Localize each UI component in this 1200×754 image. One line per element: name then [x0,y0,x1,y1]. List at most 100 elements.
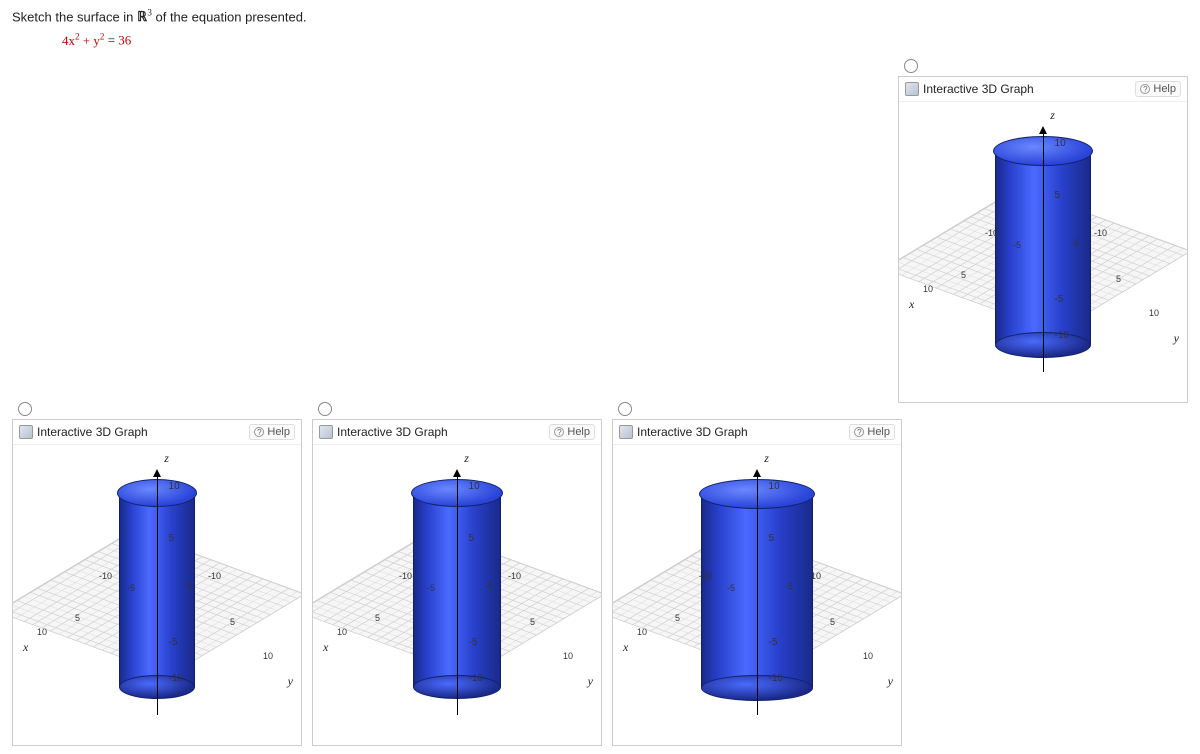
plane-tick: -10 [808,571,821,581]
radio-option-3[interactable] [318,402,332,416]
cube-icon [619,425,633,439]
z-tick: -5 [469,637,478,648]
graph-body-3[interactable]: z y x 10 5 -5 -10 10 10 -10 -10 -5 -5 5 … [313,445,601,745]
help-button[interactable]: ? Help [249,424,295,440]
q-suffix: of the equation presented. [155,9,306,24]
plane-tick: 5 [830,617,835,627]
y-tick-n10r: -10 [1094,228,1107,238]
plane-tick: 10 [863,651,873,661]
plane-tick: 10 [337,627,347,637]
plane-tick: -5 [727,583,735,593]
z-tick-10: 10 [1055,138,1066,149]
plane-tick: -5 [785,581,793,591]
z-tick-n5: -5 [1055,294,1064,305]
plane-tick: -5 [127,583,135,593]
z-axis-label: z [164,451,169,466]
z-tick: -10 [769,673,783,684]
help-label: Help [867,426,890,438]
y-tick-5: 5 [1116,274,1121,284]
help-label: Help [567,426,590,438]
graph-body-1[interactable]: z y x 10 5 -5 -10 10 10 -10 -10 -5 -5 5 … [899,102,1187,402]
help-icon: ? [254,427,264,437]
help-icon: ? [854,427,864,437]
graph-title: Interactive 3D Graph [923,82,1034,96]
plane-tick: -10 [699,571,712,581]
eq-rhs: 36 [118,33,131,48]
plane-tick: 5 [675,613,680,623]
graph-title: Interactive 3D Graph [337,425,448,439]
graph-body-4[interactable]: z y x 10 5 -5 -10 10 10 -10 -10 -5 -5 5 … [613,445,901,745]
plane-tick: -10 [208,571,221,581]
options-row: Interactive 3D Graph ? Help z y x 10 [12,399,1188,746]
x-tick-5: 5 [961,270,966,280]
answer-option-1: Interactive 3D Graph ? Help [898,56,1188,403]
radio-option-2[interactable] [18,402,32,416]
plane-tick: 10 [563,651,573,661]
radio-option-4[interactable] [618,402,632,416]
plane-tick: 5 [530,617,535,627]
help-icon: ? [554,427,564,437]
z-tick-n10: -10 [1055,330,1069,341]
graph-card-4: Interactive 3D Graph ? Help z y x 10 [612,419,902,746]
question-text: Sketch the surface in ℝ3 of the equation… [12,8,1188,25]
y-tick-10: 10 [1149,308,1159,318]
help-button[interactable]: ? Help [1135,81,1181,97]
graph-card-3: Interactive 3D Graph ? Help z y x 10 [312,419,602,746]
help-button[interactable]: ? Help [849,424,895,440]
plane-tick: -10 [508,571,521,581]
y-axis-label: y [588,674,593,689]
cube-icon [905,82,919,96]
x-axis-label: x [909,297,914,312]
z-tick: 10 [769,481,780,492]
plane-tick: 10 [263,651,273,661]
x-tick-n10: -10 [985,228,998,238]
y-axis-label: y [888,674,893,689]
eq-lhs: 4x2 + y2 [62,33,104,48]
plane-tick: 5 [75,613,80,623]
z-tick: -10 [469,673,483,684]
equation: 4x2 + y2 = 36 [62,31,1188,48]
z-tick: 5 [469,533,475,544]
cube-icon [19,425,33,439]
z-tick: -10 [169,673,183,684]
plane-tick: 10 [37,627,47,637]
graph-header: Interactive 3D Graph ? Help [899,77,1187,102]
help-icon: ? [1140,84,1150,94]
graph-card-1: Interactive 3D Graph ? Help [898,76,1188,403]
y-tick-n5: -5 [1071,238,1079,248]
plane-tick: 5 [230,617,235,627]
x-tick-n5: -5 [1013,240,1021,250]
answer-option-3: Interactive 3D Graph ? Help z y x 10 [312,399,602,746]
plane-tick: -5 [185,581,193,591]
r3-symbol: ℝ3 [137,9,152,24]
plane-tick: -10 [399,571,412,581]
help-button[interactable]: ? Help [549,424,595,440]
graph-body-2[interactable]: z y x 10 5 -5 -10 10 10 -10 -10 -5 -5 5 … [13,445,301,745]
z-axis-label: z [764,451,769,466]
cube-icon [319,425,333,439]
eq-sign: = [104,33,118,48]
x-axis-label: x [323,640,328,655]
y-axis-label: y [1174,331,1179,346]
z-tick: 10 [469,481,480,492]
z-tick: 10 [169,481,180,492]
x-axis-label: x [623,640,628,655]
plane-tick: 5 [375,613,380,623]
q-prefix: Sketch the surface in [12,9,137,24]
plane-tick: -10 [99,571,112,581]
z-tick-5: 5 [1055,190,1061,201]
x-axis-label: x [23,640,28,655]
plane-tick: 10 [637,627,647,637]
z-tick: 5 [169,533,175,544]
z-tick: -5 [169,637,178,648]
radio-option-1[interactable] [904,59,918,73]
plane-tick: -5 [427,583,435,593]
answer-option-4: Interactive 3D Graph ? Help z y x 10 [612,399,902,746]
graph-card-2: Interactive 3D Graph ? Help z y x 10 [12,419,302,746]
answer-option-2: Interactive 3D Graph ? Help z y x 10 [12,399,302,746]
y-axis-label: y [288,674,293,689]
graph-title: Interactive 3D Graph [37,425,148,439]
plane-tick: -5 [485,581,493,591]
z-tick: -5 [769,637,778,648]
z-axis-label: z [464,451,469,466]
